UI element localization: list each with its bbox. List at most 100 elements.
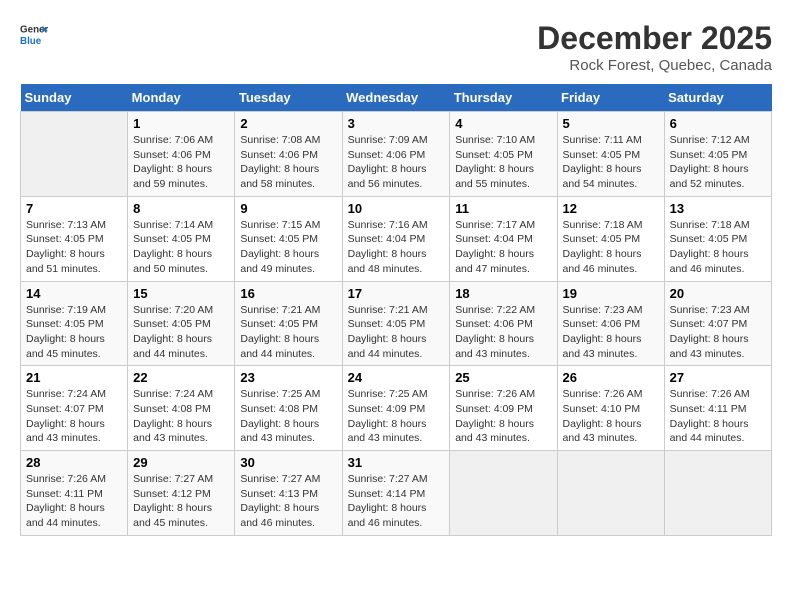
day-info: Sunrise: 7:24 AMSunset: 4:08 PMDaylight:… xyxy=(133,387,229,446)
calendar-cell: 2Sunrise: 7:08 AMSunset: 4:06 PMDaylight… xyxy=(235,112,342,197)
day-number: 22 xyxy=(133,370,229,385)
day-number: 25 xyxy=(455,370,551,385)
day-info: Sunrise: 7:12 AMSunset: 4:05 PMDaylight:… xyxy=(670,133,766,192)
calendar-cell: 28 Sunrise: 7:26 AMSunset: 4:11 PMDayligh… xyxy=(21,451,128,536)
day-info: Sunrise: 7:19 AMSunset: 4:05 PMDaylight:… xyxy=(26,303,122,362)
day-number: 29 xyxy=(133,455,229,470)
day-number: 1 xyxy=(133,116,229,131)
day-number: 9 xyxy=(240,201,336,216)
calendar-cell: 5 Sunrise: 7:11 AMSunset: 4:05 PMDaylight… xyxy=(557,112,664,197)
calendar-week-3: 14 Sunrise: 7:19 AMSunset: 4:05 PMDayligh… xyxy=(21,281,772,366)
calendar-cell: 19 Sunrise: 7:23 AMSunset: 4:06 PMDayligh… xyxy=(557,281,664,366)
calendar-cell: 12 Sunrise: 7:18 AMSunset: 4:05 PMDayligh… xyxy=(557,196,664,281)
day-info: Sunrise: 7:24 AMSunset: 4:07 PMDaylight:… xyxy=(26,387,122,446)
calendar-cell: 11 Sunrise: 7:17 AMSunset: 4:04 PMDayligh… xyxy=(450,196,557,281)
calendar-cell xyxy=(21,112,128,197)
calendar-cell: 29 Sunrise: 7:27 AMSunset: 4:12 PMDayligh… xyxy=(128,451,235,536)
day-info: Sunrise: 7:26 AMSunset: 4:10 PMDaylight:… xyxy=(563,387,659,446)
day-number: 20 xyxy=(670,286,766,301)
day-info: Sunrise: 7:16 AMSunset: 4:04 PMDaylight:… xyxy=(348,218,445,277)
calendar-cell: 9 Sunrise: 7:15 AMSunset: 4:05 PMDaylight… xyxy=(235,196,342,281)
svg-text:Blue: Blue xyxy=(20,36,42,47)
logo-icon: General Blue xyxy=(20,20,48,48)
day-number: 7 xyxy=(26,201,122,216)
day-number: 4 xyxy=(455,116,551,131)
day-number: 14 xyxy=(26,286,122,301)
day-number: 19 xyxy=(563,286,659,301)
day-info: Sunrise: 7:18 AMSunset: 4:05 PMDaylight:… xyxy=(563,218,659,277)
calendar-cell: 30 Sunrise: 7:27 AMSunset: 4:13 PMDayligh… xyxy=(235,451,342,536)
calendar-week-2: 7 Sunrise: 7:13 AMSunset: 4:05 PMDaylight… xyxy=(21,196,772,281)
calendar-cell: 16 Sunrise: 7:21 AMSunset: 4:05 PMDayligh… xyxy=(235,281,342,366)
day-number: 12 xyxy=(563,201,659,216)
day-number: 30 xyxy=(240,455,336,470)
day-number: 15 xyxy=(133,286,229,301)
day-info: Sunrise: 7:13 AMSunset: 4:05 PMDaylight:… xyxy=(26,218,122,277)
day-number: 23 xyxy=(240,370,336,385)
day-info: Sunrise: 7:26 AMSunset: 4:11 PMDaylight:… xyxy=(26,472,122,531)
day-info: Sunrise: 7:11 AMSunset: 4:05 PMDaylight:… xyxy=(563,133,659,192)
calendar-week-1: 1 Sunrise: 7:06 AMSunset: 4:06 PMDaylight… xyxy=(21,112,772,197)
calendar-cell: 8 Sunrise: 7:14 AMSunset: 4:05 PMDaylight… xyxy=(128,196,235,281)
page-header: General Blue December 2025 Rock Forest, … xyxy=(20,20,772,74)
day-info: Sunrise: 7:26 AMSunset: 4:09 PMDaylight:… xyxy=(455,387,551,446)
day-info: Sunrise: 7:06 AMSunset: 4:06 PMDaylight:… xyxy=(133,133,229,192)
calendar-table: SundayMondayTuesdayWednesdayThursdayFrid… xyxy=(20,84,772,536)
day-info: Sunrise: 7:20 AMSunset: 4:05 PMDaylight:… xyxy=(133,303,229,362)
calendar-cell: 17 Sunrise: 7:21 AMSunset: 4:05 PMDayligh… xyxy=(342,281,450,366)
day-number: 8 xyxy=(133,201,229,216)
calendar-cell: 26 Sunrise: 7:26 AMSunset: 4:10 PMDayligh… xyxy=(557,366,664,451)
day-info: Sunrise: 7:21 AMSunset: 4:05 PMDaylight:… xyxy=(240,303,336,362)
day-info: Sunrise: 7:27 AMSunset: 4:12 PMDaylight:… xyxy=(133,472,229,531)
day-number: 16 xyxy=(240,286,336,301)
day-info: Sunrise: 7:21 AMSunset: 4:05 PMDaylight:… xyxy=(348,303,445,362)
day-number: 26 xyxy=(563,370,659,385)
calendar-cell xyxy=(664,451,771,536)
day-number: 2 xyxy=(240,116,336,131)
day-number: 17 xyxy=(348,286,445,301)
calendar-cell: 24 Sunrise: 7:25 AMSunset: 4:09 PMDayligh… xyxy=(342,366,450,451)
day-number: 27 xyxy=(670,370,766,385)
day-info: Sunrise: 7:22 AMSunset: 4:06 PMDaylight:… xyxy=(455,303,551,362)
day-number: 28 xyxy=(26,455,122,470)
day-number: 11 xyxy=(455,201,551,216)
title-block: December 2025 Rock Forest, Quebec, Canad… xyxy=(537,20,772,74)
calendar-cell: 1 Sunrise: 7:06 AMSunset: 4:06 PMDaylight… xyxy=(128,112,235,197)
calendar-cell: 20 Sunrise: 7:23 AMSunset: 4:07 PMDayligh… xyxy=(664,281,771,366)
weekday-header-wednesday: Wednesday xyxy=(342,84,450,112)
weekday-header-tuesday: Tuesday xyxy=(235,84,342,112)
calendar-cell: 3Sunrise: 7:09 AMSunset: 4:06 PMDaylight… xyxy=(342,112,450,197)
day-number: 24 xyxy=(348,370,445,385)
subtitle: Rock Forest, Quebec, Canada xyxy=(537,57,772,74)
day-info: Sunrise: 7:14 AMSunset: 4:05 PMDaylight:… xyxy=(133,218,229,277)
weekday-header-sunday: Sunday xyxy=(21,84,128,112)
calendar-cell xyxy=(450,451,557,536)
day-info: Sunrise: 7:23 AMSunset: 4:07 PMDaylight:… xyxy=(670,303,766,362)
calendar-cell: 27Sunrise: 7:26 AMSunset: 4:11 PMDayligh… xyxy=(664,366,771,451)
day-number: 21 xyxy=(26,370,122,385)
calendar-body: 1 Sunrise: 7:06 AMSunset: 4:06 PMDaylight… xyxy=(21,112,772,536)
day-info: Sunrise: 7:18 AMSunset: 4:05 PMDaylight:… xyxy=(670,218,766,277)
calendar-cell: 10 Sunrise: 7:16 AMSunset: 4:04 PMDayligh… xyxy=(342,196,450,281)
calendar-cell: 13Sunrise: 7:18 AMSunset: 4:05 PMDayligh… xyxy=(664,196,771,281)
calendar-cell: 15 Sunrise: 7:20 AMSunset: 4:05 PMDayligh… xyxy=(128,281,235,366)
calendar-cell: 21 Sunrise: 7:24 AMSunset: 4:07 PMDayligh… xyxy=(21,366,128,451)
day-info: Sunrise: 7:25 AMSunset: 4:09 PMDaylight:… xyxy=(348,387,445,446)
calendar-week-5: 28 Sunrise: 7:26 AMSunset: 4:11 PMDayligh… xyxy=(21,451,772,536)
weekday-header-row: SundayMondayTuesdayWednesdayThursdayFrid… xyxy=(21,84,772,112)
calendar-cell: 4Sunrise: 7:10 AMSunset: 4:05 PMDaylight… xyxy=(450,112,557,197)
day-info: Sunrise: 7:27 AMSunset: 4:14 PMDaylight:… xyxy=(348,472,445,531)
day-number: 10 xyxy=(348,201,445,216)
calendar-week-4: 21 Sunrise: 7:24 AMSunset: 4:07 PMDayligh… xyxy=(21,366,772,451)
weekday-header-thursday: Thursday xyxy=(450,84,557,112)
calendar-cell: 22 Sunrise: 7:24 AMSunset: 4:08 PMDayligh… xyxy=(128,366,235,451)
day-number: 5 xyxy=(563,116,659,131)
day-number: 6 xyxy=(670,116,766,131)
day-info: Sunrise: 7:27 AMSunset: 4:13 PMDaylight:… xyxy=(240,472,336,531)
day-info: Sunrise: 7:09 AMSunset: 4:06 PMDaylight:… xyxy=(348,133,445,192)
day-info: Sunrise: 7:23 AMSunset: 4:06 PMDaylight:… xyxy=(563,303,659,362)
day-info: Sunrise: 7:15 AMSunset: 4:05 PMDaylight:… xyxy=(240,218,336,277)
weekday-header-friday: Friday xyxy=(557,84,664,112)
calendar-cell: 7 Sunrise: 7:13 AMSunset: 4:05 PMDaylight… xyxy=(21,196,128,281)
day-info: Sunrise: 7:17 AMSunset: 4:04 PMDaylight:… xyxy=(455,218,551,277)
